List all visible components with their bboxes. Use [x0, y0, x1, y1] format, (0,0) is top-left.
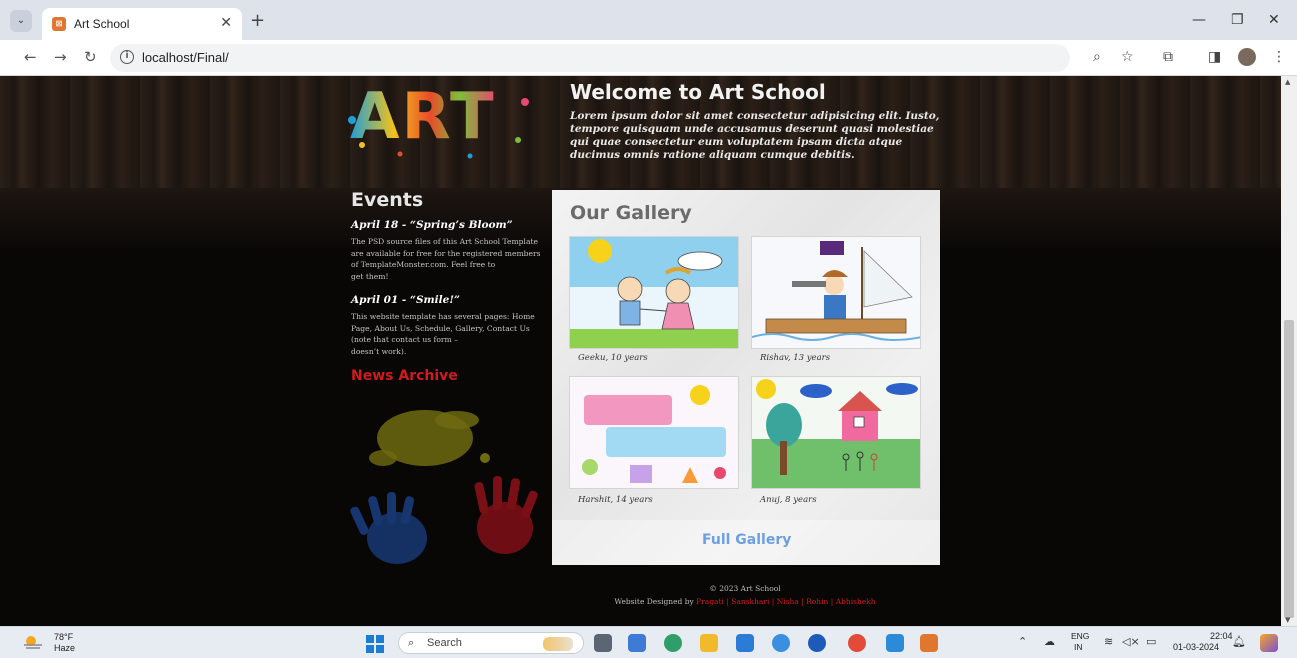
chrome-icon[interactable] — [848, 634, 866, 652]
paint-hands-decoration — [350, 410, 538, 564]
logo-text: ART — [350, 80, 496, 154]
full-gallery-link[interactable]: Full Gallery — [702, 532, 791, 548]
chat-icon[interactable] — [664, 634, 682, 652]
bookmark-star-icon[interactable]: ☆ — [1121, 49, 1134, 65]
full-gallery-bar: Full Gallery — [552, 520, 940, 565]
separator: | — [771, 597, 775, 606]
designer-link[interactable]: Pragati — [696, 597, 724, 606]
mail-icon[interactable] — [736, 634, 754, 652]
event-heading: April 18 - “Spring’s Bloom” — [351, 219, 513, 231]
vscode-icon[interactable] — [886, 634, 904, 652]
tab-search-button[interactable]: ⌄ — [10, 10, 32, 32]
task-view-icon[interactable] — [594, 634, 612, 652]
wifi-icon[interactable]: ≋ — [1104, 635, 1113, 648]
new-tab-icon[interactable]: + — [250, 12, 265, 30]
url-text[interactable]: localhost/Final/ — [142, 50, 229, 65]
language-indicator[interactable]: ENG — [1071, 631, 1089, 641]
gallery-caption: Anuj, 8 years — [760, 495, 817, 505]
separator: | — [830, 597, 834, 606]
weather-description[interactable]: Haze — [54, 643, 75, 653]
volume-muted-icon[interactable]: ◁× — [1122, 635, 1140, 648]
gallery-image[interactable] — [569, 376, 739, 489]
close-window-icon[interactable]: ✕ — [1268, 12, 1280, 28]
minimize-icon[interactable]: — — [1192, 12, 1206, 28]
designed-by-label: Website Designed by — [614, 597, 694, 606]
search-icon: ⌕ — [408, 636, 415, 649]
party-drawing-image — [570, 377, 738, 488]
page-viewport: ART Welcome to Art School Lorem ipsum do… — [0, 76, 1281, 626]
browser-toolbar: ← → ↻ i localhost/Final/ ⌕ ☆ ⧉ ◨ ⋮ — [0, 40, 1297, 76]
close-tab-icon[interactable]: ✕ — [220, 15, 232, 31]
teams-icon[interactable] — [628, 634, 646, 652]
art-logo[interactable]: ART — [340, 80, 540, 160]
onedrive-icon[interactable]: ☁ — [1044, 635, 1055, 648]
designer-link[interactable]: Rohin — [806, 597, 828, 606]
extensions-icon[interactable]: ⧉ — [1163, 49, 1173, 65]
designer-link[interactable]: Sanskhari — [731, 597, 769, 606]
restore-icon[interactable]: ❐ — [1231, 12, 1244, 28]
region-indicator[interactable]: IN — [1074, 642, 1083, 652]
search-placeholder: Search — [427, 637, 462, 649]
gallery-panel: Our Gallery Geeku, 10 years Rishav, 13 y… — [552, 190, 940, 565]
separator: | — [726, 597, 729, 606]
weather-temperature[interactable]: 78°F — [54, 632, 73, 642]
back-icon[interactable]: ← — [24, 48, 37, 66]
windows-start-icon[interactable] — [366, 635, 384, 653]
gallery-caption: Harshit, 14 years — [578, 495, 653, 505]
copilot-icon[interactable] — [1260, 634, 1278, 652]
welcome-text: Lorem ipsum dolor sit amet consectetur a… — [570, 110, 940, 161]
notification-bell-icon[interactable]: 🔔︎ — [1232, 635, 1246, 648]
news-archive-link[interactable]: News Archive — [351, 368, 458, 384]
gallery-image[interactable] — [751, 376, 921, 489]
search-highlight-icon — [543, 637, 573, 651]
event-body: The PSD source files of this Art School … — [351, 237, 541, 281]
event-heading: April 01 - “Smile!” — [351, 294, 460, 306]
windows-taskbar: 78°F Haze ⌕ Search ⌃ ☁ ENG IN ≋ ◁× ▭ 22:… — [0, 626, 1297, 658]
reload-icon[interactable]: ↻ — [84, 48, 97, 66]
kids-drawing-image — [570, 237, 738, 348]
copyright-text: © 2023 Art School — [709, 584, 781, 593]
welcome-title: Welcome to Art School — [570, 80, 826, 104]
separator: | — [801, 597, 804, 606]
favicon-icon: ⊠ — [52, 17, 66, 31]
clock-date[interactable]: 01-03-2024 — [1173, 642, 1219, 652]
edge-icon[interactable] — [772, 634, 790, 652]
xampp-icon[interactable] — [920, 634, 938, 652]
haze-weather-icon[interactable] — [22, 634, 44, 650]
settings-icon[interactable] — [808, 634, 826, 652]
event-body: This website template has several pages:… — [351, 312, 535, 356]
clock-time[interactable]: 22:04 — [1210, 631, 1233, 641]
zoom-icon[interactable]: ⌕ — [1093, 49, 1101, 65]
side-panel-icon[interactable]: ◨ — [1208, 49, 1221, 65]
file-explorer-icon[interactable] — [700, 634, 718, 652]
browser-tabstrip: ⌄ ⊠ Art School ✕ + — ❐ ✕ — [0, 0, 1297, 40]
scroll-thumb[interactable] — [1284, 320, 1294, 618]
gallery-image[interactable] — [569, 236, 739, 349]
gallery-caption: Geeku, 10 years — [578, 353, 648, 363]
battery-icon[interactable]: ▭ — [1146, 635, 1156, 648]
show-hidden-icons[interactable]: ⌃ — [1018, 635, 1027, 648]
address-bar[interactable]: i localhost/Final/ — [110, 44, 1070, 72]
scroll-down-icon[interactable]: ▼ — [1285, 616, 1290, 624]
scroll-up-icon[interactable]: ▲ — [1285, 78, 1290, 86]
house-drawing-image — [752, 377, 920, 488]
designed-by-line: Website Designed by Pragati | Sanskhari … — [0, 597, 1281, 606]
events-title: Events — [351, 189, 424, 211]
gallery-image[interactable] — [751, 236, 921, 349]
more-menu-icon[interactable]: ⋮ — [1272, 49, 1286, 65]
gallery-caption: Rishav, 13 years — [760, 353, 831, 363]
designer-link[interactable]: Nisha — [777, 597, 799, 606]
site-info-icon[interactable]: i — [120, 50, 134, 64]
forward-icon[interactable]: → — [54, 48, 67, 66]
browser-tab[interactable]: ⊠ Art School ✕ — [42, 8, 242, 40]
gallery-title: Our Gallery — [570, 202, 692, 224]
tab-title: Art School — [74, 17, 130, 31]
page-scrollbar[interactable]: ▲ ▼ — [1281, 76, 1297, 626]
profile-avatar[interactable] — [1238, 48, 1256, 66]
designer-link[interactable]: Abhishekh — [836, 597, 876, 606]
raft-drawing-image — [752, 237, 920, 348]
taskbar-search[interactable]: ⌕ Search — [398, 632, 584, 654]
